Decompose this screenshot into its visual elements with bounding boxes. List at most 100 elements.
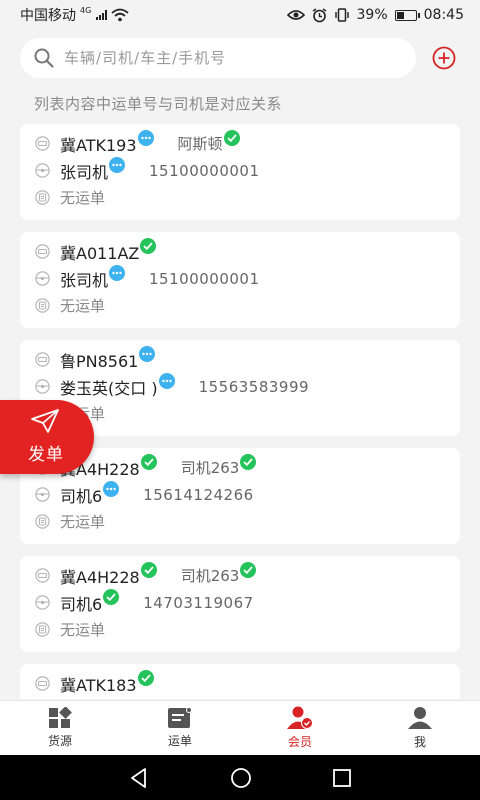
dispatch-button[interactable]: 发单 bbox=[0, 400, 94, 474]
status-bar: 中国移动 4G 39% 08:45 bbox=[0, 0, 480, 30]
driver-phone: 15563583999 bbox=[198, 377, 310, 396]
vibrate-icon bbox=[334, 8, 349, 22]
search-input[interactable] bbox=[64, 49, 364, 67]
plate-number: 冀ATK193 bbox=[60, 135, 137, 155]
driver-row: 司机6 15614124266 bbox=[35, 480, 460, 508]
battery-icon bbox=[394, 9, 420, 21]
plate-number: 鲁PN8561 bbox=[60, 351, 139, 371]
clock: 08:45 bbox=[423, 7, 464, 23]
home-icon[interactable] bbox=[230, 767, 252, 789]
driver-row: 娄玉英(交口 ) 15563583999 bbox=[35, 372, 460, 400]
vehicle-icon bbox=[35, 352, 50, 367]
vehicle-card[interactable]: 冀ATK183 bbox=[20, 664, 460, 699]
waybill-status: 无运单 bbox=[60, 189, 106, 207]
bottom-tab-bar: 货源 运单 会员 我 bbox=[0, 700, 480, 755]
tab-label: 会员 bbox=[287, 735, 312, 749]
plate-number: 冀A011AZ bbox=[60, 243, 140, 263]
driver-row: 张司机 15100000001 bbox=[35, 264, 460, 292]
driver-name: 司机6 bbox=[60, 594, 103, 614]
driver-name: 司机6 bbox=[60, 486, 103, 506]
pending-badge-icon bbox=[109, 156, 126, 173]
verified-badge-icon bbox=[103, 588, 120, 605]
system-nav-bar bbox=[0, 755, 480, 800]
vehicle-card[interactable]: 冀A011AZ 张司机 15100000001 无运单 bbox=[20, 232, 460, 328]
driver-row: 司机6 14703119067 bbox=[35, 588, 460, 616]
cargo-icon bbox=[49, 707, 72, 728]
owner-name: 阿斯顿 bbox=[177, 135, 223, 153]
plate-row: 冀ATK193 阿斯顿 bbox=[35, 129, 460, 157]
plate-row: 鲁PN8561 bbox=[35, 345, 460, 373]
back-icon[interactable] bbox=[128, 767, 150, 789]
plate-row: 冀A011AZ bbox=[35, 237, 460, 265]
plate-number: 冀ATK183 bbox=[60, 675, 137, 695]
owner-name: 司机263 bbox=[180, 567, 240, 585]
steering-wheel-icon bbox=[35, 271, 50, 286]
driver-phone: 14703119067 bbox=[143, 593, 254, 612]
pending-badge-icon bbox=[109, 264, 126, 281]
pending-badge-icon bbox=[139, 345, 156, 362]
waybill-icon bbox=[35, 298, 50, 313]
send-icon bbox=[31, 409, 59, 433]
vehicle-icon bbox=[35, 136, 50, 151]
waybill-icon bbox=[35, 514, 50, 529]
vehicle-icon bbox=[35, 568, 50, 583]
tab-label: 我 bbox=[413, 735, 426, 749]
vehicle-icon bbox=[35, 676, 50, 691]
plate-row: 冀A4H228 司机263 bbox=[35, 453, 460, 481]
steering-wheel-icon bbox=[35, 163, 50, 178]
tab-label: 运单 bbox=[167, 734, 192, 748]
waybill-icon bbox=[35, 622, 50, 637]
pending-badge-icon bbox=[158, 372, 175, 389]
vehicle-list[interactable]: 冀ATK193 阿斯顿 张司机 15100000001 无运单 冀A011AZ 张司机 151… bbox=[20, 124, 460, 699]
signal-icon bbox=[96, 10, 108, 20]
vehicle-icon bbox=[35, 244, 50, 259]
verified-badge-icon bbox=[140, 237, 157, 254]
dispatch-label: 发单 bbox=[28, 445, 64, 465]
driver-name: 张司机 bbox=[60, 162, 109, 182]
search-box[interactable] bbox=[20, 38, 416, 78]
wifi-icon bbox=[111, 8, 129, 22]
profile-icon bbox=[408, 707, 432, 729]
verified-badge-icon bbox=[137, 669, 154, 686]
recents-icon[interactable] bbox=[332, 768, 352, 788]
add-vehicle-button[interactable] bbox=[432, 46, 456, 70]
verified-badge-icon bbox=[140, 453, 157, 470]
carrier-label: 中国移动 bbox=[20, 8, 76, 24]
steering-wheel-icon bbox=[35, 379, 50, 394]
alarm-icon bbox=[312, 7, 326, 22]
tab-waybill[interactable]: 运单 bbox=[120, 701, 240, 755]
driver-phone: 15614124266 bbox=[143, 485, 254, 504]
verified-badge-icon bbox=[240, 453, 257, 470]
waybill-row: 无运单 bbox=[35, 616, 460, 643]
waybill-row: 无运单 bbox=[35, 184, 460, 211]
vehicle-card[interactable]: 冀A4H228 司机263 司机6 14703119067 无运单 bbox=[20, 556, 460, 652]
verified-badge-icon bbox=[240, 561, 257, 578]
driver-row: 张司机 15100000001 bbox=[35, 156, 460, 184]
driver-phone: 15100000001 bbox=[149, 161, 260, 180]
network-type: 4G bbox=[80, 5, 92, 15]
tab-label: 货源 bbox=[47, 734, 72, 748]
waybill-status: 无运单 bbox=[60, 621, 106, 639]
waybill-row: 无运单 bbox=[35, 400, 460, 427]
steering-wheel-icon bbox=[35, 487, 50, 502]
battery-percent: 39% bbox=[356, 7, 388, 23]
vehicle-card[interactable]: 冀A4H228 司机263 司机6 15614124266 无运单 bbox=[20, 448, 460, 544]
tab-cargo[interactable]: 货源 bbox=[0, 701, 120, 755]
vehicle-card[interactable]: 冀ATK193 阿斯顿张司机 15100000001 无运单 bbox=[20, 124, 460, 220]
waybill-icon bbox=[35, 190, 50, 205]
waybill-status: 无运单 bbox=[60, 297, 106, 315]
list-hint: 列表内容中运单号与司机是对应关系 bbox=[34, 95, 283, 113]
pending-badge-icon bbox=[137, 129, 154, 146]
waybill-status: 无运单 bbox=[60, 513, 106, 531]
owner-name: 司机263 bbox=[180, 459, 240, 477]
member-icon bbox=[287, 706, 313, 729]
search-icon bbox=[34, 48, 54, 68]
eye-icon bbox=[286, 10, 305, 20]
waybill-icon bbox=[168, 707, 192, 728]
driver-name: 张司机 bbox=[60, 270, 109, 290]
tab-profile[interactable]: 我 bbox=[360, 701, 480, 755]
verified-badge-icon bbox=[223, 129, 240, 146]
waybill-row: 无运单 bbox=[35, 508, 460, 535]
driver-name: 娄玉英(交口 ) bbox=[60, 378, 158, 398]
tab-member[interactable]: 会员 bbox=[240, 701, 360, 755]
